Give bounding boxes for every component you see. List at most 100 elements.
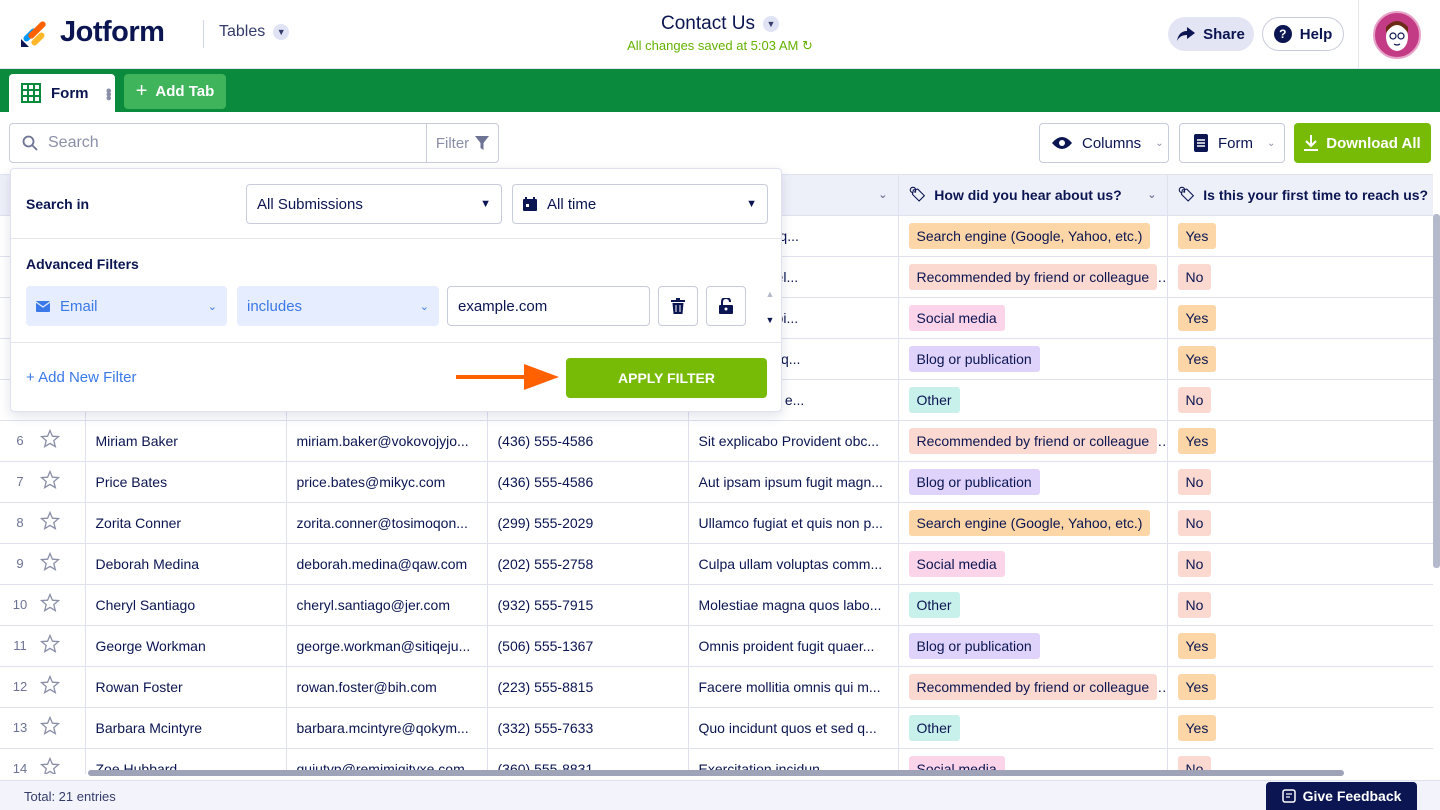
form-title-dropdown[interactable]: Contact Us ▼ bbox=[661, 13, 779, 35]
email-cell[interactable]: price.bates@mikyc.com bbox=[286, 461, 488, 503]
caret-down-icon[interactable]: ▼ bbox=[766, 315, 775, 325]
email-cell[interactable]: deborah.medina@qaw.com bbox=[286, 543, 488, 585]
caret-up-icon[interactable]: ▲ bbox=[766, 289, 775, 299]
search-input[interactable] bbox=[48, 134, 408, 152]
star-icon[interactable] bbox=[40, 633, 61, 654]
table-row[interactable]: 13 Barbara Mcintyre barbara.mcintyre@qokym… bbox=[0, 707, 1433, 749]
form-view-button[interactable]: Form ⌄ bbox=[1179, 123, 1285, 163]
filter-list-scroller[interactable]: ▲ ▼ bbox=[761, 289, 779, 325]
share-button[interactable]: Share bbox=[1168, 17, 1254, 51]
name-cell[interactable]: Price Bates bbox=[85, 461, 287, 503]
comment-cell[interactable]: Molestiae magna quos labo... bbox=[688, 584, 899, 626]
name-cell[interactable]: Barbara Mcintyre bbox=[85, 707, 287, 749]
comment-cell[interactable]: Sit explicabo Provident obc... bbox=[688, 420, 899, 462]
source-cell[interactable]: Blog or publication bbox=[898, 338, 1168, 380]
name-cell[interactable]: Deborah Medina bbox=[85, 543, 287, 585]
first-time-cell[interactable]: Yes bbox=[1167, 707, 1433, 749]
first-time-cell[interactable]: No bbox=[1167, 584, 1433, 626]
email-cell[interactable]: george.workman@sitiqeju... bbox=[286, 625, 488, 667]
help-button[interactable]: ? Help bbox=[1262, 17, 1344, 51]
first-time-cell[interactable]: Yes bbox=[1167, 215, 1433, 257]
source-cell[interactable]: Other bbox=[898, 707, 1168, 749]
star-icon[interactable] bbox=[40, 592, 61, 613]
give-feedback-button[interactable]: Give Feedback bbox=[1266, 782, 1417, 810]
time-select[interactable]: All time ▼ bbox=[512, 184, 768, 224]
filter-value-input[interactable]: example.com bbox=[447, 286, 650, 326]
delete-filter-button[interactable] bbox=[658, 286, 698, 326]
filter-operator-select[interactable]: includes ⌄ bbox=[237, 286, 439, 326]
first-time-cell[interactable]: No bbox=[1167, 543, 1433, 585]
name-cell[interactable]: Miriam Baker bbox=[85, 420, 287, 462]
header-cell-source[interactable]: 🏷 How did you hear about us? ⌄ bbox=[898, 175, 1168, 216]
filter-field-select[interactable]: Email ⌄ bbox=[26, 286, 227, 326]
email-cell[interactable]: rowan.foster@bih.com bbox=[286, 666, 488, 708]
source-cell[interactable]: Other bbox=[898, 379, 1168, 421]
star-icon[interactable] bbox=[40, 674, 61, 695]
add-new-filter-link[interactable]: + Add New Filter bbox=[26, 369, 136, 386]
apply-filter-button[interactable]: APPLY FILTER bbox=[566, 358, 767, 398]
phone-cell[interactable]: (436) 555-4586 bbox=[487, 420, 689, 462]
scope-select[interactable]: All Submissions ▼ bbox=[246, 184, 502, 224]
name-cell[interactable]: George Workman bbox=[85, 625, 287, 667]
star-cell[interactable] bbox=[40, 707, 86, 749]
add-tab-button[interactable]: + Add Tab bbox=[124, 74, 226, 109]
star-cell[interactable] bbox=[40, 502, 86, 544]
phone-cell[interactable]: (332) 555-7633 bbox=[487, 707, 689, 749]
star-cell[interactable] bbox=[40, 666, 86, 708]
horizontal-scrollbar[interactable] bbox=[88, 770, 1344, 776]
first-time-cell[interactable]: No bbox=[1167, 461, 1433, 503]
star-icon[interactable] bbox=[40, 510, 61, 531]
table-row[interactable]: 6 Miriam Baker miriam.baker@vokovojyjo...(… bbox=[0, 420, 1433, 462]
email-cell[interactable]: miriam.baker@vokovojyjo... bbox=[286, 420, 488, 462]
source-cell[interactable]: Recommended by friend or colleague bbox=[898, 666, 1168, 708]
source-cell[interactable]: Social media bbox=[898, 297, 1168, 339]
source-cell[interactable]: Search engine (Google, Yahoo, etc.) bbox=[898, 215, 1168, 257]
source-cell[interactable]: Social media bbox=[898, 543, 1168, 585]
columns-button[interactable]: Columns ⌄ bbox=[1039, 123, 1169, 163]
email-cell[interactable]: barbara.mcintyre@qokym... bbox=[286, 707, 488, 749]
table-row[interactable]: 7 Price Bates price.bates@mikyc.com (436) 5… bbox=[0, 461, 1433, 503]
first-time-cell[interactable]: Yes bbox=[1167, 420, 1433, 462]
email-cell[interactable]: zorita.conner@tosimoqon... bbox=[286, 502, 488, 544]
comment-cell[interactable]: Aut ipsam ipsum fugit magn... bbox=[688, 461, 899, 503]
star-icon[interactable] bbox=[40, 551, 61, 572]
first-time-cell[interactable]: No bbox=[1167, 379, 1433, 421]
email-cell[interactable]: cheryl.santiago@jer.com bbox=[286, 584, 488, 626]
first-time-cell[interactable]: Yes bbox=[1167, 338, 1433, 380]
first-time-cell[interactable]: No bbox=[1167, 502, 1433, 544]
star-cell[interactable] bbox=[40, 461, 86, 503]
table-row[interactable]: 8 Zorita Conner zorita.conner@tosimoqon...… bbox=[0, 502, 1433, 544]
source-cell[interactable]: Recommended by friend or colleague bbox=[898, 420, 1168, 462]
lock-filter-button[interactable] bbox=[706, 286, 746, 326]
header-cell-first-time[interactable]: 🏷 Is this your first time to reach us? bbox=[1167, 175, 1433, 216]
star-cell[interactable] bbox=[40, 748, 86, 774]
tables-menu[interactable]: Tables ▼ bbox=[219, 23, 290, 41]
filter-button[interactable]: Filter bbox=[426, 123, 499, 163]
first-time-cell[interactable]: No bbox=[1167, 256, 1433, 298]
download-all-button[interactable]: Download All bbox=[1294, 123, 1431, 163]
table-row[interactable]: 11 George Workman george.workman@sitiqeju.… bbox=[0, 625, 1433, 667]
table-row[interactable]: 12 Rowan Foster rowan.foster@bih.com (223) … bbox=[0, 666, 1433, 708]
source-cell[interactable]: Blog or publication bbox=[898, 461, 1168, 503]
star-cell[interactable] bbox=[40, 625, 86, 667]
star-icon[interactable] bbox=[40, 469, 61, 490]
source-cell[interactable]: Recommended by friend or colleague bbox=[898, 256, 1168, 298]
first-time-cell[interactable]: Yes bbox=[1167, 666, 1433, 708]
first-time-cell[interactable]: Yes bbox=[1167, 625, 1433, 667]
comment-cell[interactable]: Omnis proident fugit quaer... bbox=[688, 625, 899, 667]
phone-cell[interactable]: (506) 555-1367 bbox=[487, 625, 689, 667]
star-icon[interactable] bbox=[40, 428, 61, 449]
name-cell[interactable]: Cheryl Santiago bbox=[85, 584, 287, 626]
name-cell[interactable]: Rowan Foster bbox=[85, 666, 287, 708]
phone-cell[interactable]: (202) 555-2758 bbox=[487, 543, 689, 585]
comment-cell[interactable]: Culpa ullam voluptas comm... bbox=[688, 543, 899, 585]
table-row[interactable]: 9 Deborah Medina deborah.medina@qaw.com (20… bbox=[0, 543, 1433, 585]
source-cell[interactable]: Search engine (Google, Yahoo, etc.) bbox=[898, 502, 1168, 544]
comment-cell[interactable]: Quo incidunt quos et sed q... bbox=[688, 707, 899, 749]
star-cell[interactable] bbox=[40, 543, 86, 585]
jotform-logo[interactable]: Jotform bbox=[18, 16, 165, 49]
source-cell[interactable]: Other bbox=[898, 584, 1168, 626]
phone-cell[interactable]: (299) 555-2029 bbox=[487, 502, 689, 544]
name-cell[interactable]: Zorita Conner bbox=[85, 502, 287, 544]
phone-cell[interactable]: (436) 555-4586 bbox=[487, 461, 689, 503]
